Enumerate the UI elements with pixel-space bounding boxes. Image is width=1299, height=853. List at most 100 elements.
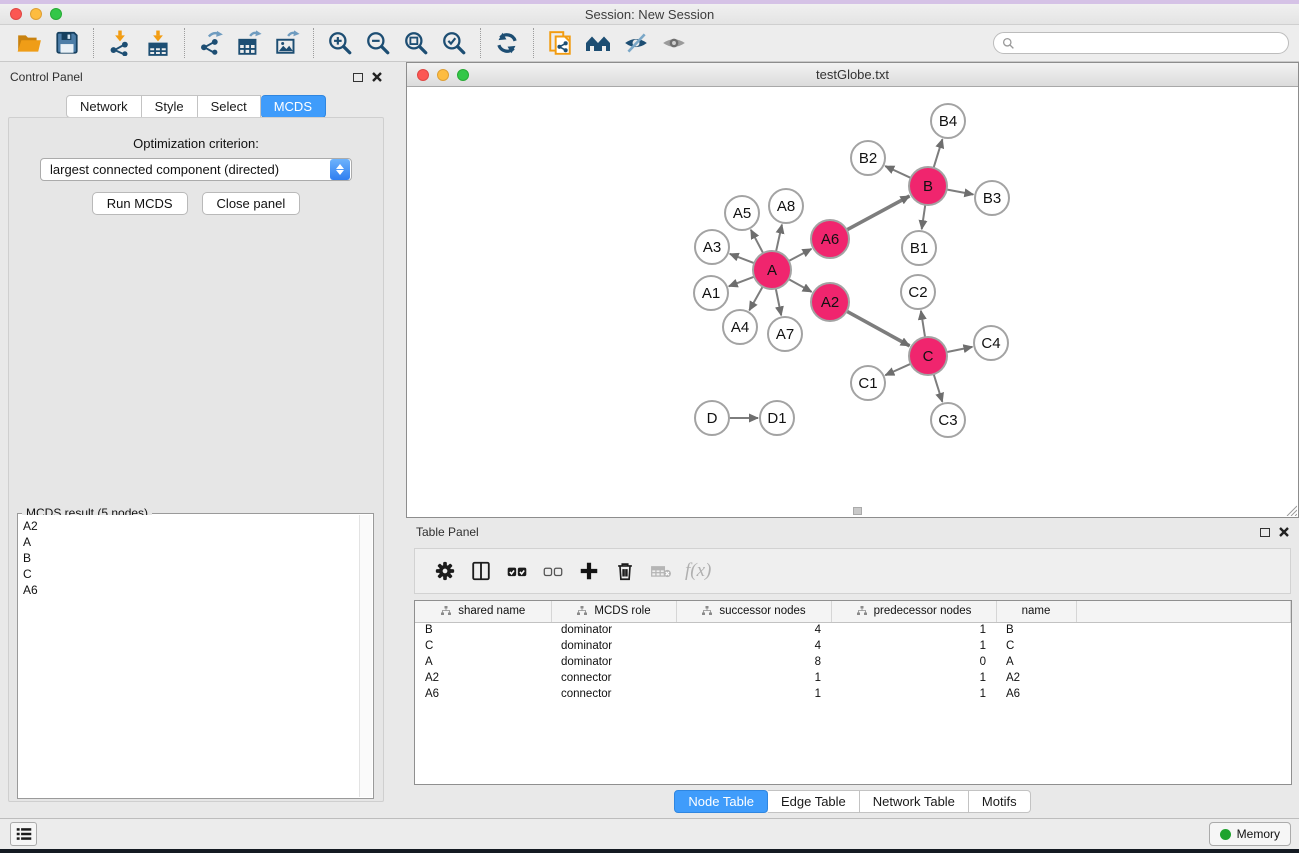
cell-MCDS-role[interactable]: connector	[551, 686, 676, 702]
edge-A-A3[interactable]	[730, 254, 755, 263]
save-session-button[interactable]	[48, 27, 86, 59]
edge-B-B2[interactable]	[885, 166, 911, 178]
cell-MCDS-role[interactable]: dominator	[551, 638, 676, 654]
cell-shared-name[interactable]: A2	[415, 670, 551, 686]
cell-shared-name[interactable]: A6	[415, 686, 551, 702]
export-network-button[interactable]	[192, 27, 230, 59]
cell-successor-nodes[interactable]: 4	[676, 622, 831, 638]
zoom-out-button[interactable]	[359, 27, 397, 59]
cell-name[interactable]: A2	[996, 670, 1076, 686]
result-list-item[interactable]: B	[23, 550, 355, 566]
edge-A2-C[interactable]	[847, 311, 910, 346]
table-row[interactable]: Bdominator41B	[415, 622, 1291, 638]
edge-C-C1[interactable]	[885, 364, 910, 375]
zoom-in-button[interactable]	[321, 27, 359, 59]
column-header-name[interactable]: name	[996, 601, 1076, 622]
result-list-item[interactable]: C	[23, 566, 355, 582]
result-list-item[interactable]: A2	[23, 518, 355, 534]
column-header-MCDS-role[interactable]: MCDS role	[551, 601, 676, 622]
network-window-titlebar[interactable]: testGlobe.txt	[407, 63, 1298, 87]
cell-name[interactable]: C	[996, 638, 1076, 654]
memory-button[interactable]: Memory	[1209, 822, 1291, 846]
tab-select[interactable]: Select	[198, 95, 261, 118]
result-list-scrollbar[interactable]	[359, 515, 372, 797]
edge-C-C4[interactable]	[947, 347, 973, 352]
cell-name[interactable]: A	[996, 654, 1076, 670]
float-panel-icon[interactable]	[353, 73, 363, 82]
run-mcds-button[interactable]: Run MCDS	[92, 192, 188, 215]
table-row[interactable]: A2connector11A2	[415, 670, 1291, 686]
resize-grip-icon[interactable]	[1284, 503, 1297, 516]
cell-predecessor-nodes[interactable]: 1	[831, 638, 996, 654]
cell-MCDS-role[interactable]: dominator	[551, 622, 676, 638]
edge-A-A8[interactable]	[776, 225, 782, 252]
edge-B-B4[interactable]	[934, 139, 943, 168]
cell-shared-name[interactable]: A	[415, 654, 551, 670]
home-views-button[interactable]	[579, 27, 617, 59]
tab-mcds[interactable]: MCDS	[261, 95, 326, 118]
edge-A-A2[interactable]	[789, 279, 812, 292]
tab-edge-table[interactable]: Edge Table	[768, 790, 860, 813]
close-panel-icon[interactable]	[372, 72, 382, 82]
optimization-criterion-select[interactable]: largest connected component (directed)	[40, 158, 352, 181]
toolbar-search[interactable]	[993, 32, 1289, 54]
delete-column-button[interactable]	[607, 554, 643, 588]
cell-predecessor-nodes[interactable]: 1	[831, 686, 996, 702]
table-settings-button[interactable]	[427, 554, 463, 588]
result-list-item[interactable]: A	[23, 534, 355, 550]
edge-A-A7[interactable]	[776, 289, 781, 316]
cell-successor-nodes[interactable]: 1	[676, 686, 831, 702]
tab-style[interactable]: Style	[142, 95, 198, 118]
zoom-fit-button[interactable]	[397, 27, 435, 59]
tab-motifs[interactable]: Motifs	[969, 790, 1031, 813]
table-row[interactable]: A6connector11A6	[415, 686, 1291, 702]
import-network-button[interactable]	[101, 27, 139, 59]
cell-MCDS-role[interactable]: connector	[551, 670, 676, 686]
cell-shared-name[interactable]: C	[415, 638, 551, 654]
create-column-button[interactable]	[571, 554, 607, 588]
cell-predecessor-nodes[interactable]: 1	[831, 622, 996, 638]
close-table-panel-icon[interactable]	[1279, 527, 1289, 537]
cell-predecessor-nodes[interactable]: 1	[831, 670, 996, 686]
edge-A-A1[interactable]	[729, 277, 754, 287]
select-all-columns-button[interactable]	[499, 554, 535, 588]
edge-A-A5[interactable]	[751, 230, 763, 253]
cell-successor-nodes[interactable]: 8	[676, 654, 831, 670]
tab-network[interactable]: Network	[66, 95, 142, 118]
edge-C-C2[interactable]	[921, 311, 925, 337]
edge-A6-B[interactable]	[847, 196, 910, 230]
column-header-predecessor-nodes[interactable]: predecessor nodes	[831, 601, 996, 622]
edge-B-B1[interactable]	[922, 205, 926, 229]
close-panel-button[interactable]: Close panel	[202, 192, 301, 215]
cell-successor-nodes[interactable]: 4	[676, 638, 831, 654]
network-graph[interactable]: B4B2BB3A5A8A6A3B1AA1C2A2A4A7CC4C1C3DD1	[407, 88, 1298, 506]
tab-node-table[interactable]: Node Table	[674, 790, 768, 813]
column-header-shared-name[interactable]: shared name	[415, 601, 551, 622]
export-image-button[interactable]	[268, 27, 306, 59]
export-table-button[interactable]	[230, 27, 268, 59]
cell-MCDS-role[interactable]: dominator	[551, 654, 676, 670]
edge-C-C3[interactable]	[934, 374, 943, 402]
cell-name[interactable]: A6	[996, 686, 1076, 702]
deselect-all-columns-button[interactable]	[535, 554, 571, 588]
edge-A-A4[interactable]	[749, 287, 762, 311]
cell-successor-nodes[interactable]: 1	[676, 670, 831, 686]
cell-shared-name[interactable]: B	[415, 622, 551, 638]
search-input[interactable]	[1020, 36, 1280, 50]
edge-B-B3[interactable]	[947, 190, 974, 195]
edge-A-A6[interactable]	[789, 249, 812, 261]
mcds-result-list[interactable]: A2ABCA6	[19, 515, 359, 797]
cell-predecessor-nodes[interactable]: 0	[831, 654, 996, 670]
clone-network-button[interactable]	[541, 27, 579, 59]
zoom-selected-button[interactable]	[435, 27, 473, 59]
refresh-view-button[interactable]	[488, 27, 526, 59]
show-graphics-button[interactable]	[655, 27, 693, 59]
network-canvas[interactable]: B4B2BB3A5A8A6A3B1AA1C2A2A4A7CC4C1C3DD1	[407, 88, 1298, 506]
import-table-button[interactable]	[139, 27, 177, 59]
node-table[interactable]: shared nameMCDS rolesuccessor nodesprede…	[414, 600, 1292, 785]
horizontal-scrollbar-thumb[interactable]	[853, 507, 862, 515]
open-session-button[interactable]	[10, 27, 48, 59]
table-row[interactable]: Adominator80A	[415, 654, 1291, 670]
cell-name[interactable]: B	[996, 622, 1076, 638]
float-table-panel-icon[interactable]	[1260, 528, 1270, 537]
